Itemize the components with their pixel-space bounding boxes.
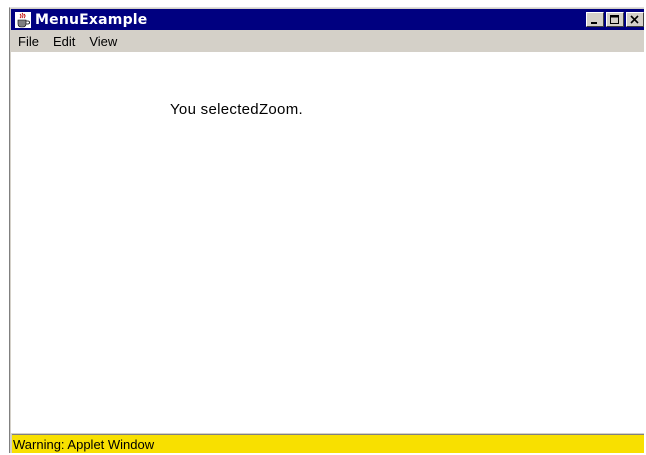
applet-warning-bar: Warning: Applet Window: [12, 434, 644, 453]
maximize-icon: [610, 14, 619, 24]
java-cup-icon[interactable]: [14, 11, 31, 28]
close-button[interactable]: [626, 12, 644, 27]
menu-view[interactable]: View: [82, 34, 124, 49]
menu-bar: File Edit View: [11, 31, 644, 51]
selection-message: You selectedZoom.: [170, 101, 303, 118]
menu-edit[interactable]: Edit: [46, 34, 82, 49]
minimize-icon: [591, 21, 597, 24]
title-bar[interactable]: MenuExample: [11, 9, 644, 30]
applet-window: MenuExample File Edit View You selectedZ…: [9, 7, 644, 453]
menu-file[interactable]: File: [11, 34, 46, 49]
content-area: You selectedZoom.: [11, 52, 644, 433]
window-title: MenuExample: [35, 11, 148, 28]
close-icon: [630, 14, 639, 24]
minimize-button[interactable]: [586, 12, 604, 27]
maximize-button[interactable]: [606, 12, 624, 27]
applet-warning-text: Warning: Applet Window: [13, 436, 155, 452]
title-buttons: [584, 12, 644, 27]
